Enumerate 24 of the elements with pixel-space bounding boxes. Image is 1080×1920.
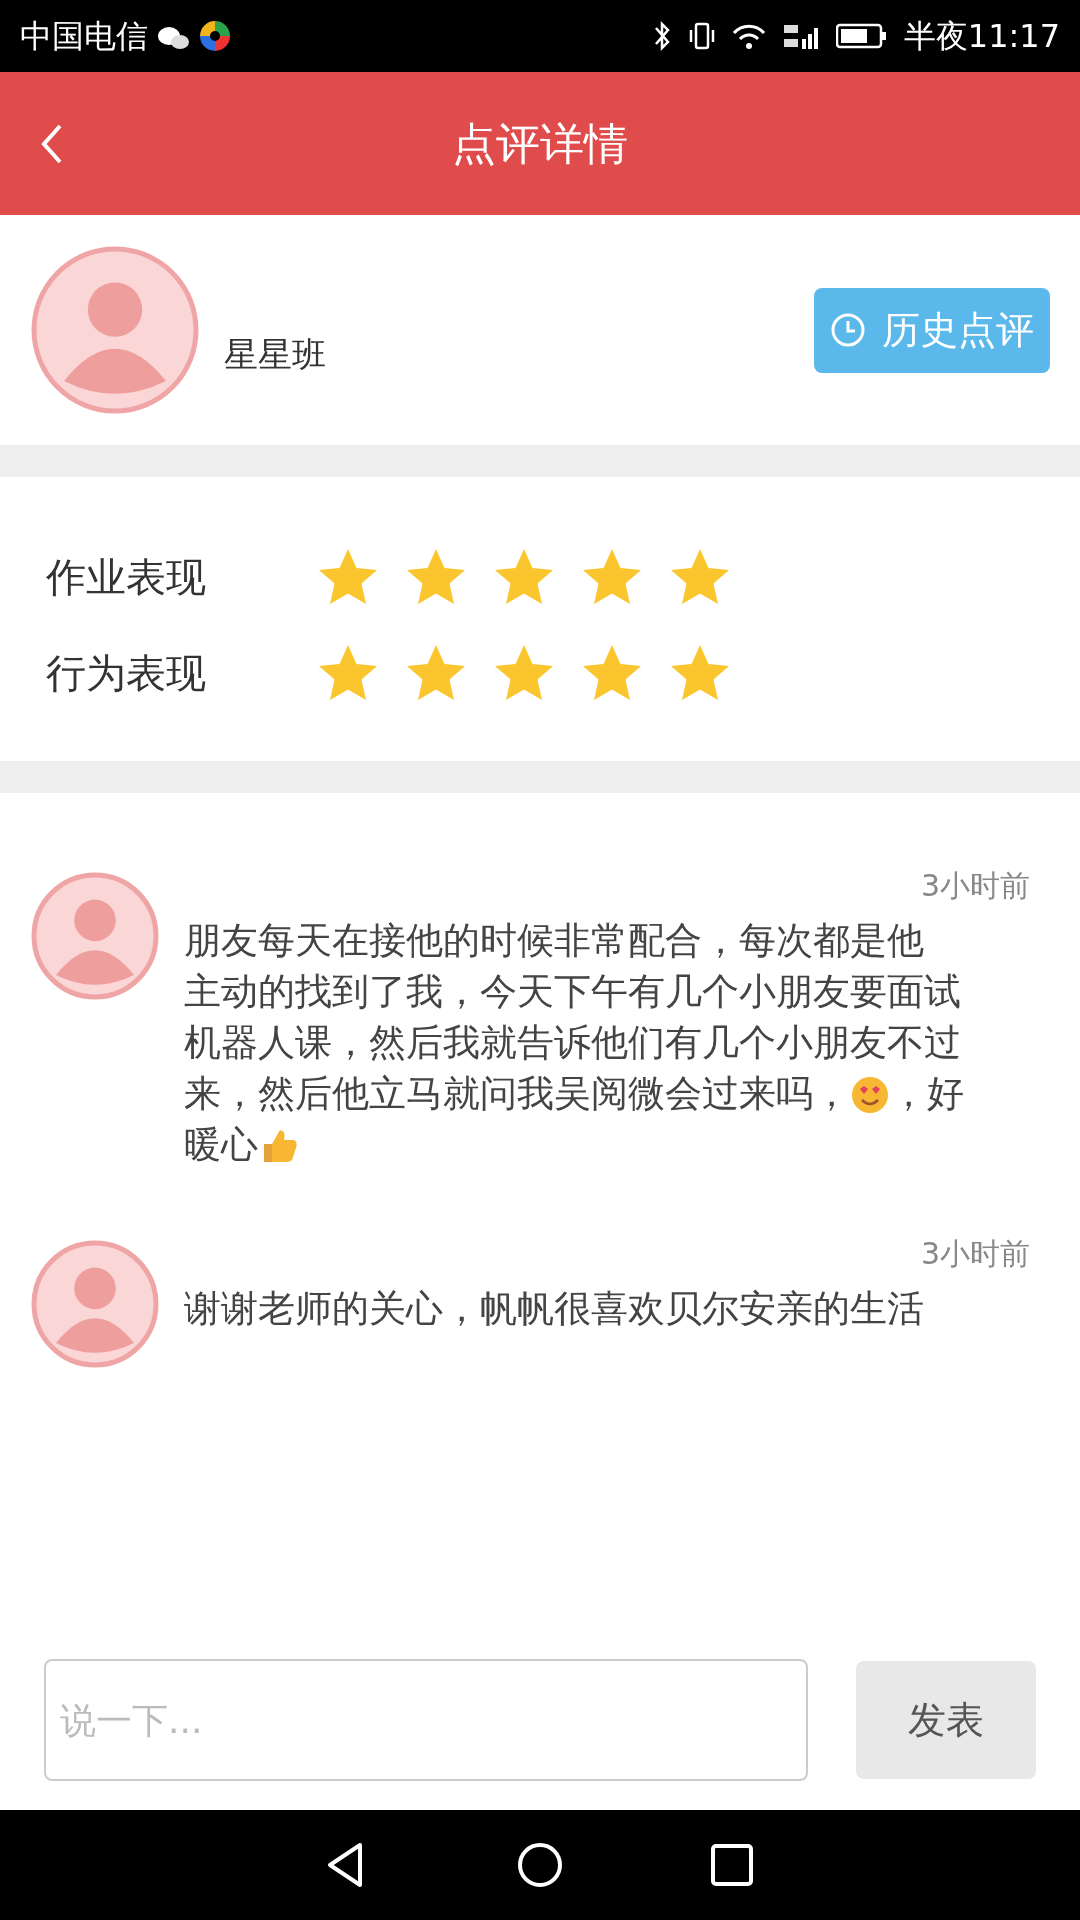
comment-text: 机器人课，然后我就告诉他们有几个小朋友不过 [184, 1021, 961, 1066]
battery-icon [835, 22, 888, 50]
send-button[interactable]: 发表 [856, 1661, 1036, 1779]
comment-time: 3小时前 [919, 867, 1030, 905]
rating-label: 行为表现 [46, 649, 207, 698]
recent-apps-icon[interactable] [708, 1841, 756, 1889]
app-logo-icon [198, 19, 232, 53]
comment-text: 谢谢老师的关心，帆帆很喜欢贝尔安亲的生活 [184, 1287, 924, 1332]
comment-text: 暖心 [184, 1123, 258, 1168]
vibrate-icon [687, 20, 716, 52]
heart-eyes-emoji-icon [850, 1074, 890, 1115]
comment-text: ，好 [890, 1072, 964, 1117]
page-title: 点评详情 [452, 116, 628, 171]
comment-text: 主动的找到了我，今天下午有几个小朋友要面试 [184, 970, 961, 1015]
rating-label: 作业表现 [46, 553, 207, 602]
carrier-name: 中国电信 [20, 16, 148, 57]
clock-time: 半夜11:17 [903, 16, 1060, 57]
comment-text: 来，然后他立马就问我吴阅微会过来吗， [184, 1072, 850, 1117]
comment-text: 朋友每天在接他的时候非常配合，每次都是他 [184, 919, 924, 964]
home-icon[interactable] [516, 1841, 564, 1889]
clock-icon [830, 312, 866, 348]
class-name: 星星班 [224, 333, 326, 374]
comment-time: 3小时前 [919, 1235, 1030, 1273]
comment-input[interactable]: 说一下... [44, 1659, 808, 1781]
